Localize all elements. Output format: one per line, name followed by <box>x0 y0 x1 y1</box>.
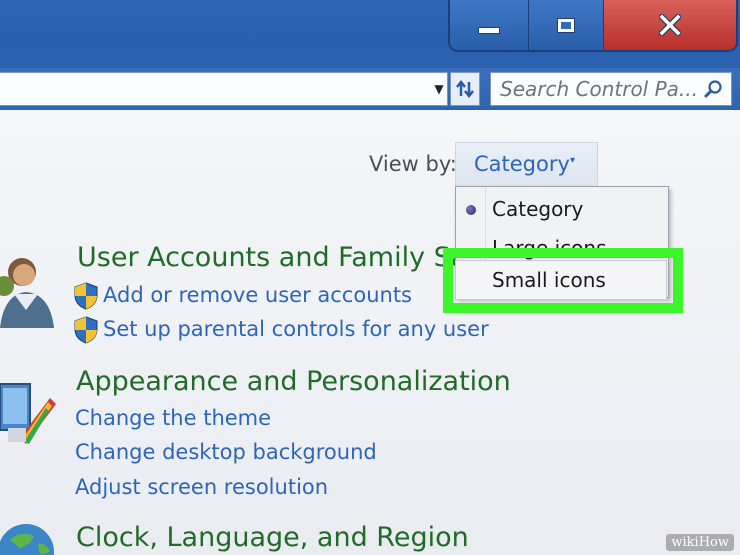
close-icon <box>659 14 681 36</box>
window-titlebar <box>0 0 740 68</box>
minimize-icon <box>479 27 499 33</box>
globe-icon <box>0 524 54 555</box>
refresh-button[interactable] <box>450 72 480 106</box>
link-change-desktop-background[interactable]: Change desktop background <box>75 440 377 464</box>
users-icon <box>0 258 54 328</box>
category-title-appearance[interactable]: Appearance and Personalization <box>76 366 511 397</box>
radio-selected-icon <box>466 205 476 215</box>
link-add-remove-user-accounts[interactable]: Add or remove user accounts <box>103 283 412 307</box>
search-icon[interactable] <box>703 79 723 99</box>
view-by-label: View by: <box>369 152 457 176</box>
category-title-user-accounts[interactable]: User Accounts and Family Sa <box>77 242 467 273</box>
maximize-button[interactable] <box>529 0 604 50</box>
search-input[interactable]: Search Control Pa... <box>490 72 732 106</box>
uac-shield-icon <box>74 316 98 344</box>
address-dropdown-icon[interactable]: ▼ <box>433 81 445 97</box>
window-caption-buttons <box>450 0 736 50</box>
category-title-clock-language-region[interactable]: Clock, Language, and Region <box>76 522 469 553</box>
link-adjust-screen-resolution[interactable]: Adjust screen resolution <box>75 475 328 499</box>
menu-item-category[interactable]: Category <box>492 197 583 221</box>
appearance-icon <box>0 383 56 444</box>
maximize-icon <box>558 18 574 32</box>
link-parental-controls[interactable]: Set up parental controls for any user <box>103 317 489 341</box>
navigation-bar: ▼ Search Control Pa... <box>0 68 740 110</box>
highlight-box <box>443 248 683 313</box>
minimize-button[interactable] <box>450 0 529 50</box>
close-button[interactable] <box>604 0 736 50</box>
back-forward-refresh-icon <box>456 79 474 99</box>
watermark: wikiHow <box>666 534 734 551</box>
view-by-selected[interactable]: Category <box>474 152 570 176</box>
uac-shield-icon <box>74 282 98 310</box>
link-change-theme[interactable]: Change the theme <box>75 406 271 430</box>
address-bar[interactable]: ▼ <box>0 72 448 106</box>
search-placeholder: Search Control Pa... <box>500 77 698 101</box>
chevron-down-icon: ▾ <box>570 155 576 166</box>
